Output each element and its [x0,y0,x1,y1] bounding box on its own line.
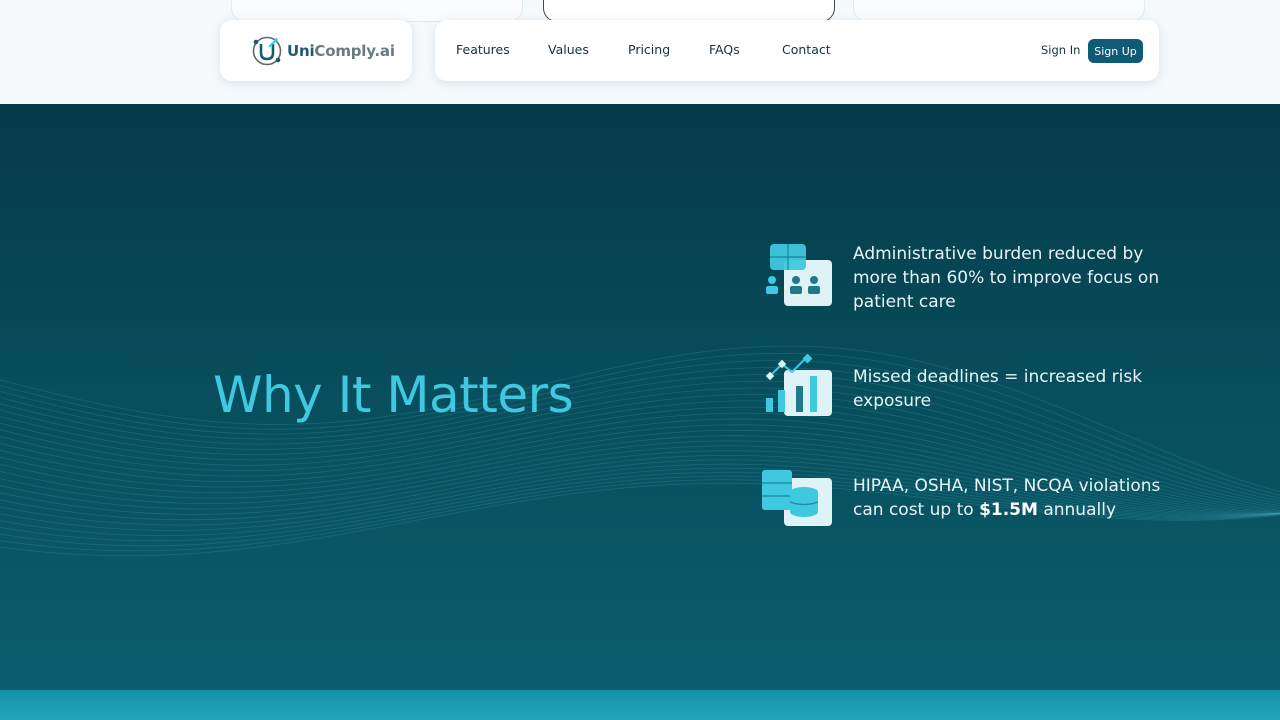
nav-link-faqs[interactable]: FAQs [709,42,740,57]
feature-item: Administrative burden reduced by more th… [758,242,1178,332]
card-partial [853,0,1145,22]
team-icon [766,244,832,306]
nav-link-contact[interactable]: Contact [782,42,831,57]
database-icon [762,470,832,526]
nav-link-features[interactable]: Features [456,42,510,57]
feature-item: Missed deadlines = increased risk exposu… [758,354,1178,444]
brand-name: UniComply.ai [287,41,395,60]
next-section-edge [0,690,1280,720]
nav-link-pricing[interactable]: Pricing [628,42,670,57]
cost-amount: $1.5M [979,500,1038,520]
section-title: Why It Matters [213,366,574,424]
card-partial [543,0,835,22]
feature-item: HIPAA, OSHA, NIST, NCQA violations can c… [758,464,1178,554]
sign-up-button[interactable]: Sign Up [1088,39,1143,63]
why-it-matters-section: Why It Matters Administrative burden red… [0,104,1280,690]
nav-link-values[interactable]: Values [548,42,589,57]
feature-text: Administrative burden reduced by more th… [853,244,1160,312]
card-partial [231,0,523,22]
nav-bar: Features Values Pricing FAQs Contact Sig… [435,20,1159,81]
growth-chart-icon [765,354,832,416]
sign-in-button[interactable]: Sign In [1041,43,1080,57]
feature-text: HIPAA, OSHA, NIST, NCQA violations can c… [853,476,1161,520]
logo[interactable]: UniComply.ai [220,20,412,81]
top-area: UniComply.ai Features Values Pricing FAQ… [0,0,1280,104]
feature-text: Missed deadlines = increased risk exposu… [853,367,1143,411]
logo-icon [252,36,282,65]
